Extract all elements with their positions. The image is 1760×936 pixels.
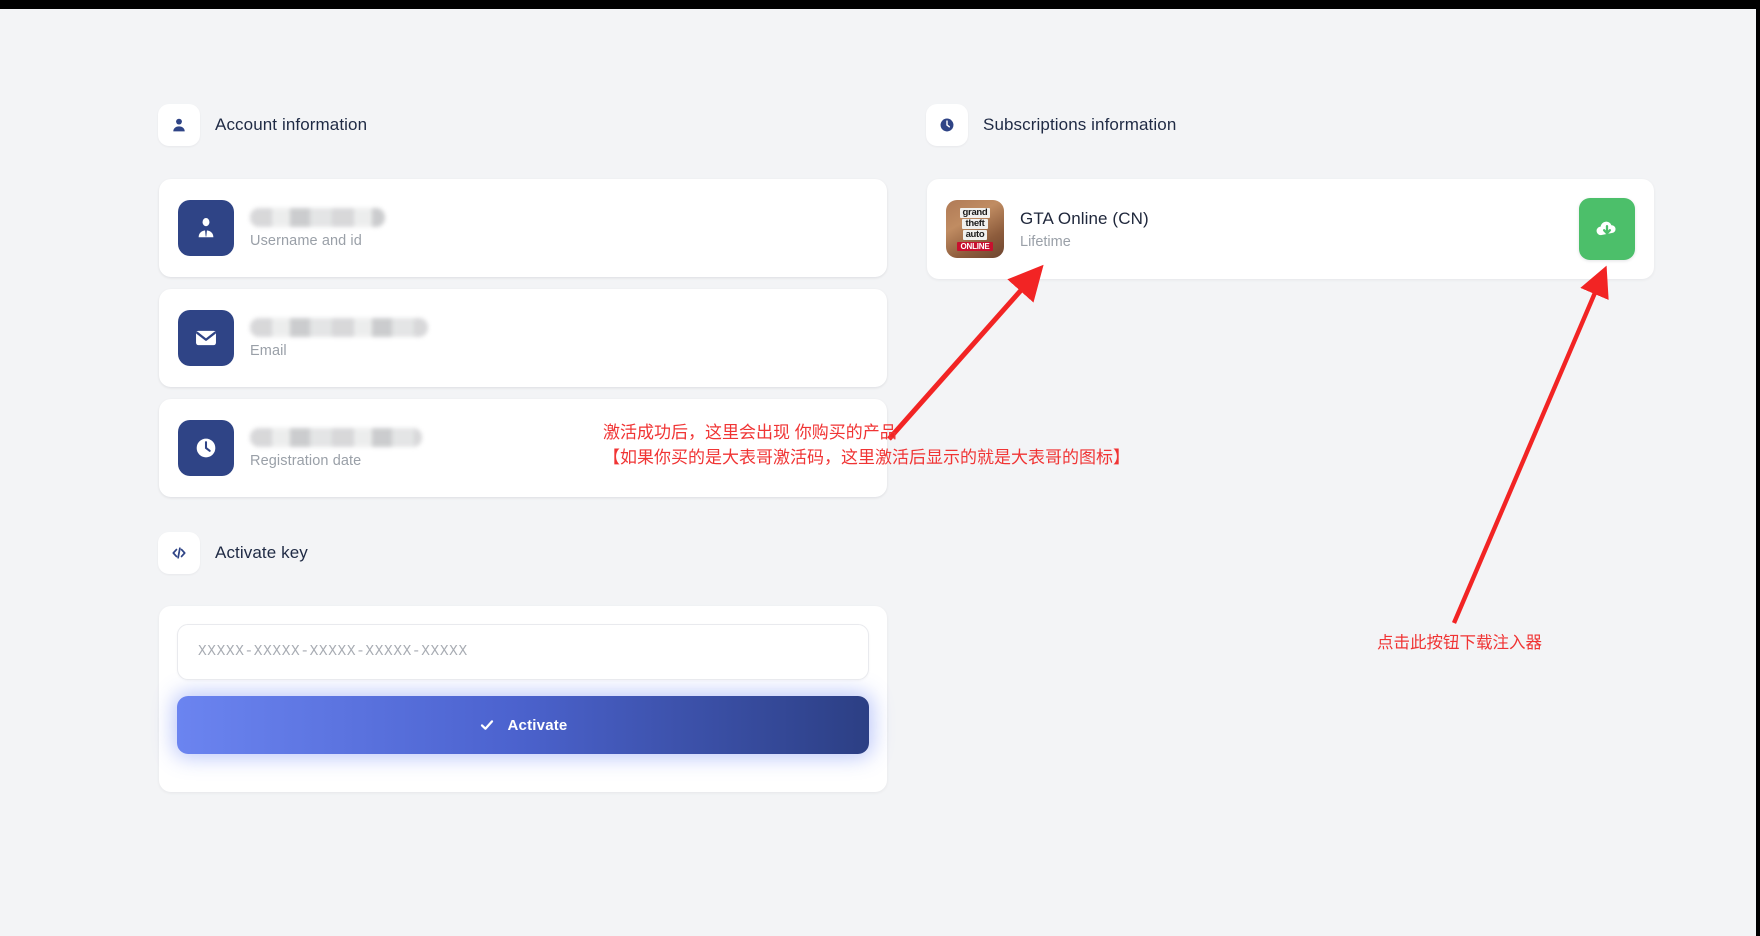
clock-icon (178, 420, 234, 476)
game-thumb-line-3: auto (962, 229, 988, 240)
section-title-subscriptions: Subscriptions information (983, 115, 1177, 134)
envelope-icon (178, 310, 234, 366)
account-card-email-body: Email (250, 317, 428, 359)
user-icon (158, 104, 200, 146)
account-card-username: Username and id (159, 179, 887, 277)
game-thumb-line-2: theft (962, 218, 988, 229)
account-card-registration-date-body: Registration date (250, 427, 422, 469)
annotation-download-note: 点击此按钮下载注入器 (1377, 634, 1542, 652)
redacted-email-value (250, 317, 428, 337)
game-thumb-line-1: grand (959, 207, 991, 218)
game-thumb-badge: ONLINE (957, 241, 993, 251)
arrow-to-download-button (1451, 265, 1609, 624)
activate-key-panel: Activate (159, 606, 887, 792)
subscription-title: GTA Online (CN) (1020, 208, 1149, 228)
section-title-account: Account information (215, 115, 368, 134)
section-header-account: Account information (158, 104, 367, 146)
account-card-username-body: Username and id (250, 207, 385, 249)
account-card-email: Email (159, 289, 887, 387)
account-card-username-label: Username and id (250, 232, 362, 249)
activate-button-label: Activate (507, 716, 568, 734)
app-screen: Account information Username and id Emai… (0, 9, 1756, 936)
account-card-registration-date-label: Registration date (250, 452, 362, 469)
code-brackets-icon (158, 532, 200, 574)
user-badge-icon (178, 200, 234, 256)
cloud-download-icon (1594, 216, 1620, 242)
annotation-product-note-line2: 【如果你买的是大表哥激活码，这里激活后显示的就是大表哥的图标】 (603, 447, 1130, 467)
redacted-registration-date-value (250, 427, 422, 447)
check-icon (479, 717, 495, 733)
section-header-subscriptions: Subscriptions information (926, 104, 1176, 146)
clock-icon (926, 104, 968, 146)
screen-edge-right (1756, 0, 1760, 936)
annotation-product-note-line1: 激活成功后，这里会出现 你购买的产品 (603, 423, 897, 442)
section-header-activate-key: Activate key (158, 532, 308, 574)
subscription-card-body: GTA Online (CN) Lifetime (1020, 209, 1149, 250)
section-title-activate-key: Activate key (215, 543, 308, 562)
activate-key-input[interactable] (177, 624, 869, 680)
subscription-duration: Lifetime (1020, 233, 1071, 250)
account-card-email-label: Email (250, 342, 287, 359)
download-button[interactable] (1579, 198, 1635, 260)
redacted-username-value (250, 207, 385, 227)
annotation-product-note: 激活成功后，这里会出现 你购买的产品 【如果你买的是大表哥激活码，这里激活后显示… (603, 421, 1130, 470)
page-content: Account information Username and id Emai… (0, 9, 1756, 936)
game-thumbnail-gta-online: grand theft auto ONLINE (946, 200, 1004, 258)
subscription-card: grand theft auto ONLINE GTA Online (CN) … (927, 179, 1654, 279)
activate-button[interactable]: Activate (177, 696, 869, 754)
arrow-to-subscription-card (887, 264, 1044, 441)
